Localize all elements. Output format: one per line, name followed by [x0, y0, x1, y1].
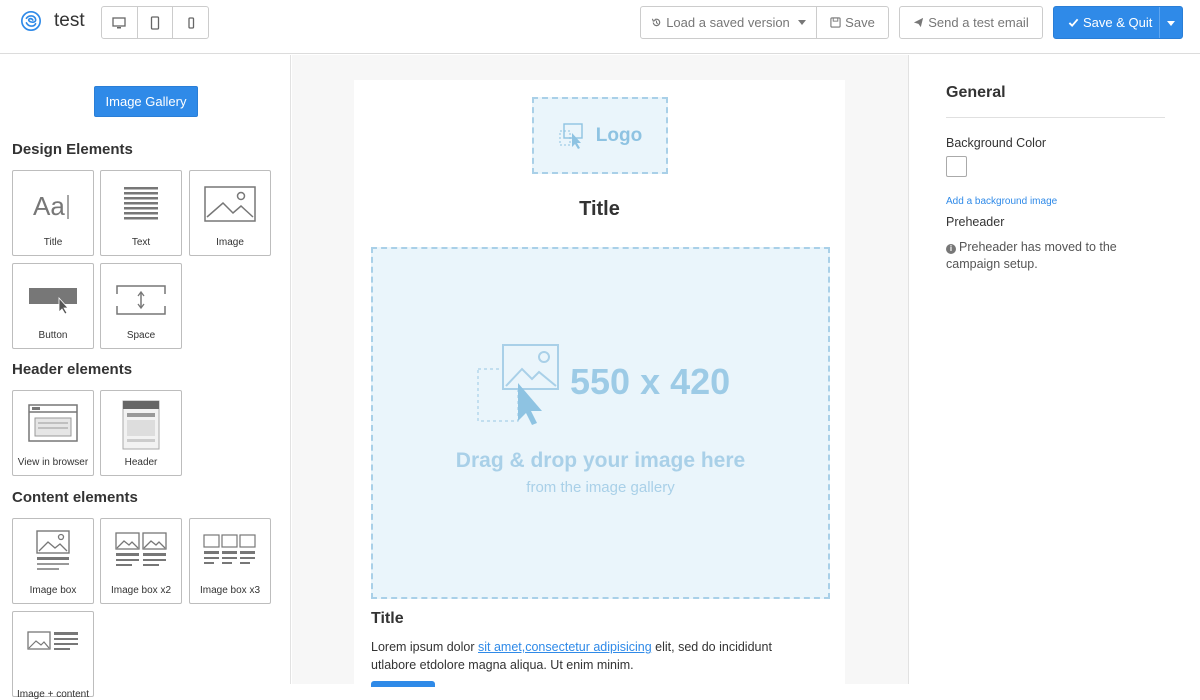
- tile-label: Image box x2: [110, 585, 172, 596]
- divider: [946, 117, 1165, 118]
- preheader-note-text: Preheader has moved to the campaign setu…: [946, 240, 1117, 271]
- image-box-x3-tile[interactable]: Image box x3: [189, 518, 271, 604]
- tablet-preview-button[interactable]: [138, 7, 174, 38]
- title-icon: Aa: [33, 191, 69, 221]
- header-tile[interactable]: Header: [100, 390, 182, 476]
- preheader-label: Preheader: [946, 215, 1005, 229]
- history-icon: [652, 18, 661, 27]
- content-paragraph[interactable]: Lorem ipsum dolor sit amet,consectetur a…: [371, 638, 811, 674]
- text-icon: [124, 187, 158, 220]
- save-label: Save: [845, 15, 875, 30]
- title-block-tile[interactable]: Aa Title: [12, 170, 94, 256]
- tile-label: Space: [126, 330, 156, 341]
- logo-text: Logo: [595, 124, 643, 146]
- load-saved-version-button[interactable]: Load a saved version: [640, 6, 817, 39]
- checkmark-icon: [1068, 18, 1079, 28]
- device-preview-group: [101, 6, 209, 39]
- split-divider: [1159, 7, 1160, 38]
- paper-plane-icon: [914, 17, 924, 28]
- save-and-quit-label: Save & Quit: [1083, 15, 1153, 30]
- paragraph-text-start: Lorem ipsum dolor: [371, 640, 478, 654]
- tile-label: Image: [216, 237, 244, 248]
- tile-label: View in browser: [17, 457, 89, 468]
- background-color-label: Background Color: [946, 136, 1047, 150]
- elements-sidebar: Image Gallery Design Elements Aa Title T…: [0, 55, 291, 700]
- load-saved-version-label: Load a saved version: [666, 15, 790, 30]
- general-heading: General: [946, 84, 1006, 101]
- space-block-tile[interactable]: Space: [100, 263, 182, 349]
- mobile-preview-button[interactable]: [173, 7, 208, 38]
- info-icon: i: [946, 244, 956, 254]
- image-size-text: 550 x 420: [570, 361, 731, 402]
- button-block-tile[interactable]: Button: [12, 263, 94, 349]
- svg-text:Aa: Aa: [33, 191, 65, 221]
- app-name: test: [54, 10, 85, 31]
- desktop-preview-button[interactable]: [102, 7, 138, 38]
- design-elements-heading: Design Elements: [12, 141, 133, 158]
- send-test-email-button[interactable]: Send a test email: [899, 6, 1043, 39]
- drag-drop-text: Drag & drop your image here: [455, 449, 746, 472]
- paragraph-link[interactable]: sit amet,consectetur adipisicing: [478, 640, 652, 654]
- header-icon: [122, 400, 160, 450]
- image-box-tile[interactable]: Image box: [12, 518, 94, 604]
- tile-label: Text: [131, 237, 151, 248]
- tile-label: Image + content: [17, 689, 89, 700]
- email-canvas: Logo Title 550 x 420 Drag & drop your im…: [292, 55, 908, 700]
- image-box-x2-tile[interactable]: Image box x2: [100, 518, 182, 604]
- tile-label: Image box: [29, 585, 77, 596]
- image-placeholder-icon: [559, 122, 583, 149]
- background-color-swatch[interactable]: [946, 156, 967, 177]
- image-content-tile[interactable]: Image + content: [12, 611, 94, 700]
- image-box-icon: [36, 530, 70, 570]
- content-button[interactable]: [371, 681, 435, 687]
- desktop-icon: [112, 16, 126, 28]
- settings-panel: General Background Color Add a backgroun…: [908, 55, 1200, 684]
- tile-label: Button: [38, 330, 68, 341]
- image-box-x2-icon: [115, 532, 167, 566]
- content-elements-heading: Content elements: [12, 489, 138, 506]
- from-gallery-text: from the image gallery: [526, 479, 675, 496]
- email-template: Logo Title 550 x 420 Drag & drop your im…: [354, 80, 845, 700]
- view-in-browser-tile[interactable]: View in browser: [12, 390, 94, 476]
- preheader-note: i Preheader has moved to the campaign set…: [946, 239, 1171, 273]
- image-gallery-button[interactable]: Image Gallery: [94, 86, 198, 117]
- tablet-icon: [150, 15, 160, 30]
- image-content-icon: [27, 631, 78, 650]
- add-background-image-link[interactable]: Add a background image: [946, 196, 1057, 207]
- email-title[interactable]: Title: [354, 198, 845, 221]
- top-toolbar: test Load a saved version Save Send a te…: [0, 0, 1200, 54]
- content-title[interactable]: Title: [371, 610, 404, 628]
- save-and-quit-button[interactable]: Save & Quit: [1053, 6, 1183, 39]
- chevron-down-icon: [797, 20, 806, 25]
- browser-icon: [28, 404, 78, 442]
- send-test-email-label: Send a test email: [928, 15, 1029, 30]
- image-icon: [204, 186, 256, 222]
- brand: test: [20, 10, 85, 32]
- button-icon: [29, 288, 77, 315]
- image-drop-zone[interactable]: 550 x 420 Drag & drop your image here fr…: [371, 247, 830, 599]
- tile-label: Title: [43, 237, 63, 248]
- text-block-tile[interactable]: Text: [100, 170, 182, 256]
- save-options-dropdown-icon[interactable]: [1167, 21, 1175, 26]
- space-icon: [116, 285, 166, 315]
- logo-placeholder[interactable]: Logo: [532, 97, 668, 174]
- image-block-tile[interactable]: Image: [189, 170, 271, 256]
- save-button[interactable]: Save: [816, 6, 889, 39]
- tile-label: Header: [124, 457, 158, 468]
- header-elements-heading: Header elements: [12, 361, 133, 378]
- image-cursor-icon: [477, 344, 559, 425]
- mobile-icon: [188, 16, 194, 29]
- image-box-x3-icon: [203, 534, 256, 564]
- floppy-disk-icon: [830, 17, 841, 28]
- tile-label: Image box x3: [199, 585, 261, 596]
- app-logo-icon: [21, 11, 41, 31]
